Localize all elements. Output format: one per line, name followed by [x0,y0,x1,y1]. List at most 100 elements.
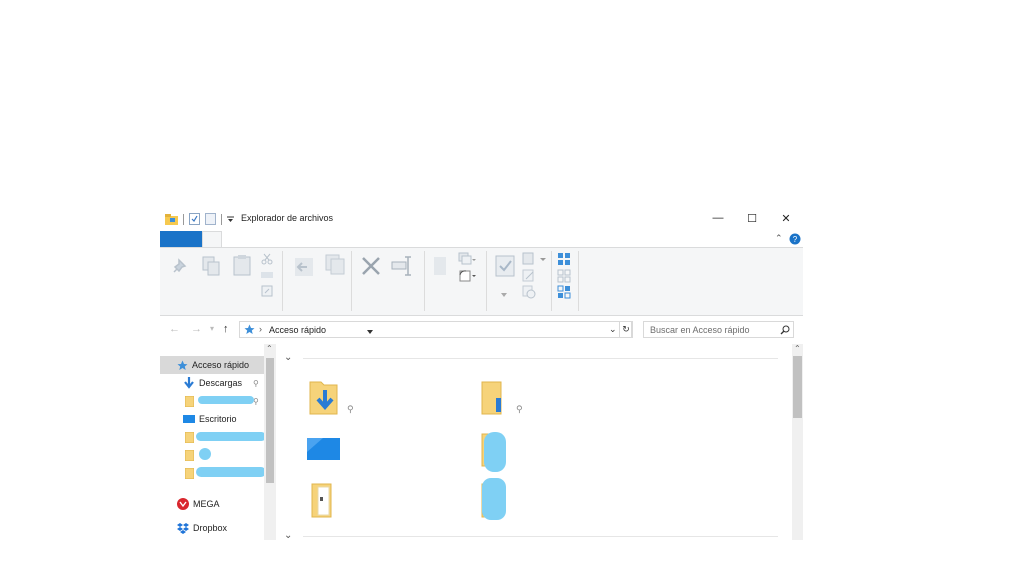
nav-item-descargas[interactable]: Descargas ⚲ [160,374,264,392]
search-box[interactable]: Buscar en Acceso rápido [643,321,794,338]
copy-icon[interactable] [202,256,220,276]
tab-file[interactable] [160,231,202,247]
edit-icon[interactable] [522,269,536,283]
redaction-scribble [196,432,266,441]
explorer-app-icon[interactable] [165,213,178,225]
nav-item-label: Dropbox [193,523,228,533]
downloads-arrow-icon [184,377,194,389]
scroll-up-icon[interactable]: ⌃ [266,344,273,353]
folder-tile[interactable] [307,428,367,472]
history-icon[interactable] [522,285,536,299]
move-to-icon[interactable] [293,256,315,278]
scroll-up-icon[interactable]: ⌃ [794,344,801,353]
nav-item-escritorio[interactable]: Escritorio [160,410,264,428]
nav-item-label: MEGA [193,499,220,509]
dropbox-icon [177,522,189,534]
address-dropdown-icon[interactable]: ⌄ [609,324,617,335]
group-header-frequent-folders[interactable]: ⌄ [277,352,792,364]
properties-icon[interactable] [189,213,200,225]
rename-icon[interactable] [391,255,413,277]
address-row: ← → ▾ ↑ › Acceso rápido ⌄ ↻ Buscar en Ac… [160,318,803,342]
pin-icon: ⚲ [516,404,523,414]
toolbar-separator [183,213,184,225]
help-icon[interactable]: ? [789,233,801,245]
maximize-button[interactable]: ☐ [735,208,769,228]
group-divider [303,358,778,359]
group-divider [303,536,778,537]
minimize-button[interactable]: — [701,208,735,228]
open-dropdown-icon[interactable] [501,293,507,297]
close-button[interactable]: ✕ [769,208,803,228]
nav-item-quick-access[interactable]: Acceso rápido [160,356,264,374]
quick-access-star-icon [177,360,188,370]
nav-item-mega[interactable]: MEGA [160,495,264,513]
folder-tile[interactable] [477,428,537,472]
title-bar: Explorador de archivos — ☐ ✕ [160,208,803,230]
chevron-down-icon[interactable]: ⌄ [284,530,292,540]
content-scrollbar[interactable]: ⌃ [792,344,803,540]
open-properties-icon[interactable] [495,255,515,277]
nav-pane-scrollbar[interactable]: ⌃ [264,344,276,540]
new-item-icon[interactable] [433,256,447,276]
folder-icon [185,395,194,407]
folder-tile[interactable]: ⚲ [307,376,367,420]
new-item-dropdown-icon[interactable] [458,252,476,266]
desktop-folder-icon [307,438,340,460]
quick-access-toolbar [165,212,234,226]
folder-icon [185,431,194,443]
select-all-icon[interactable] [557,252,571,266]
address-bar[interactable]: › Acceso rápido ⌄ [239,321,632,338]
cut-icon[interactable] [261,253,273,265]
nav-item-folder[interactable] [160,446,264,464]
group-header-recent-files[interactable]: ⌄ [277,530,792,540]
refresh-button[interactable]: ↻ [619,321,633,338]
up-button[interactable]: ↑ [223,323,229,335]
paste-icon[interactable] [233,254,251,276]
new-folder-icon[interactable] [205,213,216,225]
folder-icon [185,467,194,479]
ribbon-separator [578,251,579,311]
redaction-scribble [482,478,506,520]
breadcrumb-current[interactable]: Acceso rápido [269,325,326,335]
copy-path-icon[interactable] [261,270,273,280]
paste-shortcut-icon[interactable] [261,285,273,297]
file-explorer-window: Explorador de archivos — ☐ ✕ ⌃ ? ← → ▾ ↑… [160,208,803,540]
search-placeholder: Buscar en Acceso rápido [650,325,750,335]
ribbon-separator [351,251,352,311]
back-button[interactable]: ← [169,323,180,335]
recent-locations-dropdown-icon[interactable]: ▾ [210,324,214,333]
copy-to-icon[interactable] [324,254,346,276]
pin-to-quick-access-icon[interactable] [170,258,188,276]
pin-icon: ⚲ [253,396,259,406]
select-none-icon[interactable] [557,269,571,283]
content-scrollbar-thumb[interactable] [793,356,802,418]
ribbon-separator [424,251,425,311]
easy-access-icon[interactable] [458,269,478,283]
breadcrumb-chevron-icon[interactable]: › [259,324,262,334]
invert-selection-icon[interactable] [557,285,571,299]
downloads-folder-icon [309,381,338,415]
folder-tile[interactable] [477,478,537,525]
folder-tile[interactable]: ⚲ [477,376,537,420]
redaction-scribble [196,467,266,477]
search-icon[interactable] [780,325,790,335]
nav-item-label: Escritorio [199,414,237,424]
ribbon-tab-row: ⌃ ? [160,230,803,247]
svg-text:?: ? [793,235,798,244]
tab-home[interactable] [202,231,222,247]
folder-icon [481,381,502,415]
forward-button[interactable]: → [191,323,202,335]
redaction-scribble [198,396,254,404]
ribbon [160,247,803,334]
nav-scrollbar-thumb[interactable] [266,358,274,483]
nav-item-dropbox[interactable]: Dropbox [160,519,264,537]
customize-toolbar-dropdown-icon[interactable] [227,214,234,224]
folder-icon [185,449,194,461]
collapse-ribbon-icon[interactable]: ⌃ [775,233,783,244]
folder-tile[interactable] [307,481,367,525]
toolbar-separator [221,213,222,225]
chevron-down-icon[interactable]: ⌄ [284,352,292,363]
delete-icon[interactable] [361,256,381,276]
redaction-scribble [199,448,211,460]
open-icon[interactable] [522,252,548,266]
